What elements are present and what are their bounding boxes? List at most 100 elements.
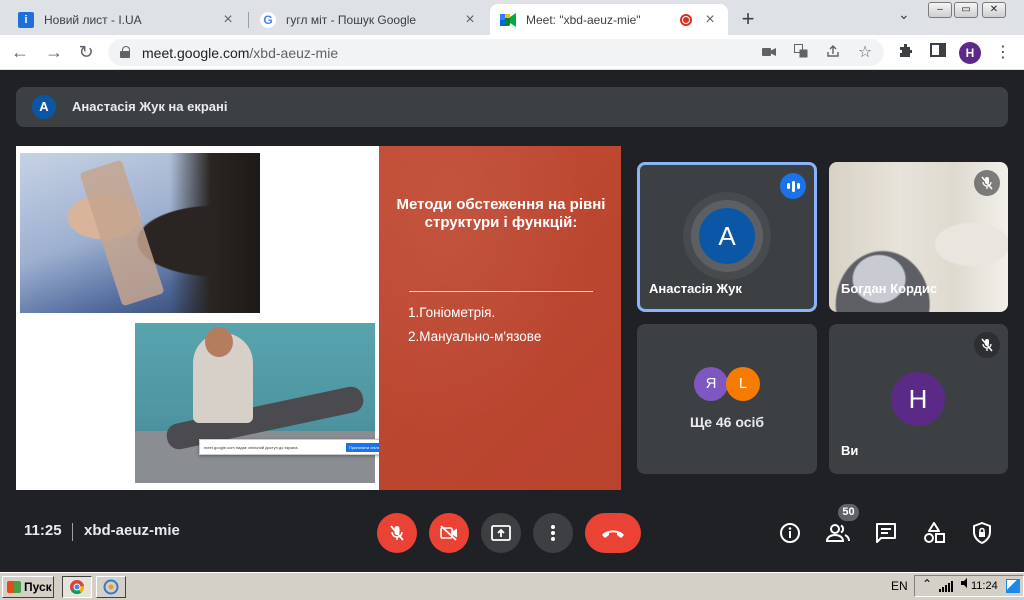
translate-icon[interactable] xyxy=(792,44,810,62)
manual-muscle-test-photo xyxy=(135,323,375,483)
network-signal-icon[interactable] xyxy=(939,580,953,592)
extensions-puzzle-icon[interactable] xyxy=(896,43,916,63)
meeting-clock: 11:25 xyxy=(24,522,62,539)
slide-photo-panel: meet.google.com надає спільний доступ до… xyxy=(16,146,436,490)
close-icon[interactable]: × xyxy=(220,11,236,29)
hang-up-icon xyxy=(602,530,624,538)
google-icon: G xyxy=(260,11,276,28)
mic-off-icon xyxy=(390,525,404,541)
meeting-code: xbd-aeuz-mie xyxy=(84,522,180,539)
recording-icon xyxy=(680,13,692,26)
presenter-avatar: A xyxy=(32,95,56,119)
taskbar-chrome-button[interactable] xyxy=(62,576,92,598)
more-options-button[interactable] xyxy=(533,513,573,553)
presenting-banner: A Анастасія Жук на екрані xyxy=(16,87,1008,127)
mic-toggle-button[interactable] xyxy=(377,513,417,553)
host-controls-button[interactable] xyxy=(969,520,995,546)
more-participants-label: Ще 46 осіб xyxy=(689,414,765,430)
participant-name: Богдан Кордис xyxy=(841,281,938,296)
system-clock[interactable]: 11:24 xyxy=(971,580,998,592)
chrome-icon xyxy=(70,580,84,595)
tab-separator xyxy=(248,12,249,28)
browser-tab-strip: i Новий лист - I.UA × G гугл міт - Пошук… xyxy=(0,0,1024,35)
restore-button[interactable]: ▭ xyxy=(954,2,978,18)
presenting-text: Анастасія Жук на екрані xyxy=(72,99,228,114)
minimize-button[interactable]: – xyxy=(928,2,952,18)
speaking-indicator-icon xyxy=(780,173,806,199)
close-icon[interactable]: × xyxy=(702,11,718,29)
browser-toolbar: ← → ↻ meet.google.com/xbd-aeuz-mie ☆ H ⋮ xyxy=(0,35,1024,70)
input-language-indicator[interactable]: EN xyxy=(891,579,908,593)
tab-iua[interactable]: i Новий лист - I.UA × xyxy=(8,4,246,35)
camera-toggle-button[interactable] xyxy=(429,513,469,553)
back-arrow-icon[interactable]: ← xyxy=(8,40,32,64)
lock-icon[interactable] xyxy=(120,46,130,58)
participant-name: Анастасія Жук xyxy=(649,281,742,296)
address-bar[interactable]: meet.google.com/xbd-aeuz-mie ☆ xyxy=(108,39,884,66)
os-taskbar: Пуск xyxy=(0,572,1024,600)
chat-button[interactable] xyxy=(873,520,899,546)
bookmark-star-icon[interactable]: ☆ xyxy=(856,44,874,62)
participant-avatar: A xyxy=(699,208,755,264)
divider xyxy=(72,523,73,541)
shared-screen: meet.google.com надає спільний доступ до… xyxy=(16,146,621,490)
volume-icon[interactable] xyxy=(961,578,971,591)
present-screen-icon xyxy=(491,525,511,541)
activities-shapes-icon xyxy=(924,522,945,543)
slide-divider xyxy=(409,291,593,292)
slide-item: 2.Мануально-м'язове xyxy=(408,329,542,344)
people-icon xyxy=(826,524,850,542)
tab-title: Meet: "xbd-aeuz-mie" xyxy=(526,12,641,27)
present-screen-button[interactable] xyxy=(481,513,521,553)
tab-search-chevron-icon[interactable]: ⌄ xyxy=(898,6,910,23)
tab-title: гугл міт - Пошук Google xyxy=(286,12,417,27)
notification-flag-icon[interactable] xyxy=(1006,579,1020,593)
tab-title: Новий лист - I.UA xyxy=(44,12,142,27)
system-tray: ⌃ 11:24 xyxy=(914,575,1024,597)
tab-google-search[interactable]: G гугл міт - Пошук Google × xyxy=(250,4,488,35)
chat-icon xyxy=(876,523,896,543)
kebab-menu-icon[interactable]: ⋮ xyxy=(993,43,1013,63)
taskbar-app-button[interactable] xyxy=(96,576,126,598)
start-button[interactable]: Пуск xyxy=(2,576,54,598)
participant-tile-camera[interactable]: Богдан Кордис xyxy=(829,162,1008,312)
leave-call-button[interactable] xyxy=(585,513,641,553)
close-icon[interactable]: × xyxy=(462,11,478,29)
reload-icon[interactable]: ↻ xyxy=(74,40,98,64)
meeting-details-button[interactable] xyxy=(777,520,803,546)
participant-avatar: Я xyxy=(694,367,728,401)
participant-tile-self[interactable]: H Ви xyxy=(829,324,1008,474)
side-panel-icon[interactable] xyxy=(928,43,948,63)
camera-icon[interactable] xyxy=(760,44,778,62)
shield-lock-icon xyxy=(973,522,991,544)
tab-meet[interactable]: Meet: "xbd-aeuz-mie" × xyxy=(490,4,728,35)
meet-icon xyxy=(500,12,516,28)
more-vert-icon xyxy=(551,525,555,541)
participant-avatar: L xyxy=(726,367,760,401)
participant-count-badge: 50 xyxy=(838,504,859,521)
muted-mic-icon xyxy=(974,170,1000,196)
activities-button[interactable] xyxy=(921,520,947,546)
muted-mic-icon xyxy=(974,332,1000,358)
slide-title: Методи обстеження на рівні структури і ф… xyxy=(396,196,606,231)
slide-item: 1.Гоніометрія. xyxy=(408,305,496,320)
new-tab-button[interactable]: + xyxy=(736,6,760,32)
url-text[interactable]: meet.google.com/xbd-aeuz-mie xyxy=(142,45,338,61)
participant-avatar: H xyxy=(891,372,945,426)
participant-name: Ви xyxy=(841,443,859,458)
i-ua-icon: i xyxy=(18,11,34,28)
windows-logo-icon xyxy=(7,581,21,593)
camera-off-icon xyxy=(440,525,457,541)
slide-text-panel: Методи обстеження на рівні структури і ф… xyxy=(379,146,621,490)
goniometry-photo xyxy=(20,153,260,313)
forward-arrow-icon[interactable]: → xyxy=(42,40,66,64)
tray-expand-chevron-icon[interactable]: ⌃ xyxy=(922,577,932,591)
info-icon xyxy=(780,523,800,543)
profile-avatar[interactable]: H xyxy=(959,42,981,64)
share-icon[interactable] xyxy=(824,44,842,62)
participant-tile-speaker[interactable]: A Анастасія Жук xyxy=(637,162,817,312)
people-button[interactable] xyxy=(825,520,851,546)
app-icon xyxy=(103,579,119,595)
close-window-button[interactable]: ✕ xyxy=(982,2,1006,18)
more-participants-tile[interactable]: Я L Ще 46 осіб xyxy=(637,324,817,474)
